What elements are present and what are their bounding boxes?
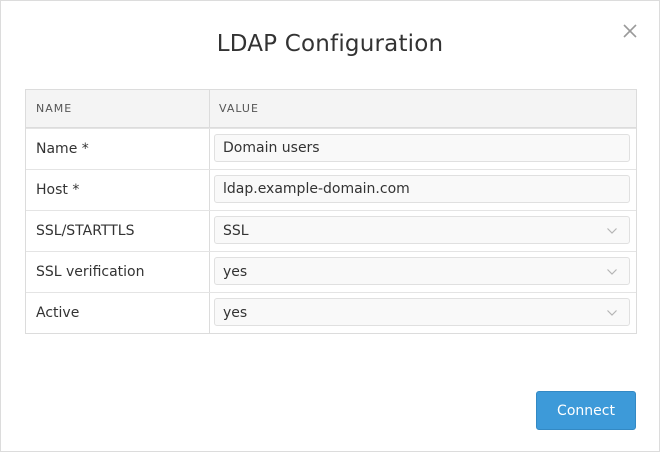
ssl-verification-label: SSL verification bbox=[36, 264, 145, 280]
column-header-name: NAME bbox=[36, 102, 73, 115]
active-value: yes bbox=[223, 305, 248, 321]
ssl-starttls-value: SSL bbox=[223, 223, 249, 239]
ssl-starttls-label: SSL/STARTTLS bbox=[36, 223, 135, 239]
chevron-down-icon bbox=[607, 228, 617, 234]
ssl-verification-select[interactable]: yes bbox=[214, 257, 630, 285]
name-label: Name * bbox=[36, 141, 89, 157]
table-row: Active yes bbox=[26, 292, 636, 333]
settings-table: NAME VALUE Name * Host * SSL/STARTTLS SS… bbox=[25, 89, 637, 334]
column-header-value: VALUE bbox=[219, 102, 259, 115]
table-header: NAME VALUE bbox=[26, 90, 636, 128]
active-select[interactable]: yes bbox=[214, 298, 630, 326]
active-label: Active bbox=[36, 305, 80, 321]
table-row: SSL verification yes bbox=[26, 251, 636, 292]
table-row: Host * bbox=[26, 169, 636, 210]
connect-button[interactable]: Connect bbox=[536, 391, 636, 430]
host-input[interactable] bbox=[214, 175, 630, 203]
chevron-down-icon bbox=[607, 269, 617, 275]
table-row: SSL/STARTTLS SSL bbox=[26, 210, 636, 251]
table-row: Name * bbox=[26, 128, 636, 169]
ssl-starttls-select[interactable]: SSL bbox=[214, 216, 630, 244]
ssl-verification-value: yes bbox=[223, 264, 248, 280]
chevron-down-icon bbox=[607, 310, 617, 316]
name-input[interactable] bbox=[214, 134, 630, 162]
dialog-title: LDAP Configuration bbox=[216, 31, 444, 57]
ldap-configuration-dialog: LDAP Configuration NAME VALUE Name * Hos… bbox=[0, 0, 660, 452]
host-label: Host * bbox=[36, 182, 80, 198]
